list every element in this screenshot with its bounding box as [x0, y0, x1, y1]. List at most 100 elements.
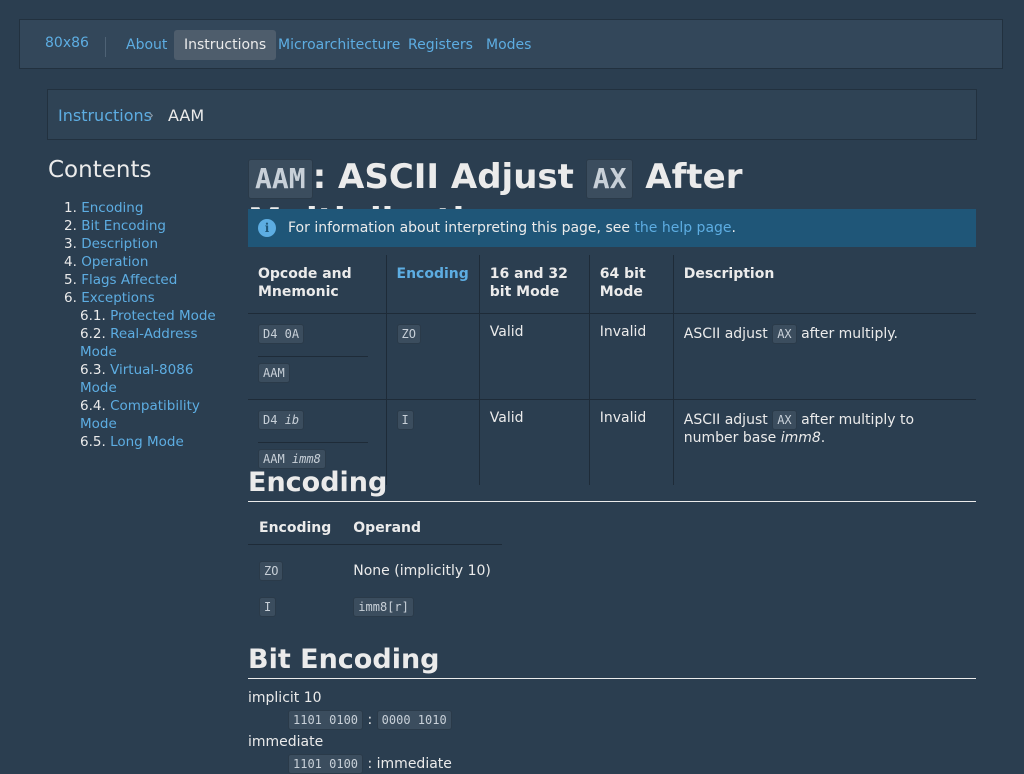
toc-title: Contents — [48, 157, 152, 183]
column-header: Encoding — [385, 255, 480, 314]
toc-number: 6.4. — [80, 398, 106, 414]
mnemonic-text: AAM — [263, 452, 292, 466]
encoding-code: ZO — [259, 561, 284, 581]
toc-item: 6.4. Compatibility Mode — [64, 397, 224, 433]
toc-number: 6.1. — [80, 308, 106, 324]
bit-code: 0000 1010 — [376, 710, 452, 730]
encoding-cell: ZO — [385, 313, 480, 400]
toc-item: 3. Description — [64, 235, 224, 253]
column-header: Opcode and Mnemonic — [258, 266, 352, 300]
title-text: : ASCII Adjust — [312, 157, 586, 197]
toc-number: 3. — [64, 236, 77, 252]
cell-divider — [258, 356, 368, 357]
opcode-code: D4 0A — [258, 324, 305, 344]
toc-link-description[interactable]: Description — [81, 236, 158, 252]
nav-item-microarchitecture[interactable]: Microarchitecture — [268, 30, 410, 60]
info-prefix: For information about interpreting this … — [288, 220, 635, 236]
bit-separator: : — [363, 712, 377, 728]
toc-number: 6.5. — [80, 434, 106, 450]
toc-number: 5. — [64, 272, 77, 288]
help-page-link[interactable]: the help page — [634, 220, 731, 236]
bit-encoding-heading: Bit Encoding — [248, 642, 976, 679]
bit-code: 1101 0100 — [288, 710, 364, 730]
table-header-row: Opcode and Mnemonic Encoding 16 and 32 b… — [248, 255, 976, 314]
info-icon: i — [258, 219, 276, 237]
toc-link-encoding[interactable]: Encoding — [81, 200, 143, 216]
operand-cell: None (implicitly 10) — [353, 563, 491, 579]
desc-italic: imm8 — [780, 430, 821, 446]
nav-item-registers[interactable]: Registers — [398, 30, 483, 60]
operand-code: imm8[r] — [353, 597, 414, 617]
opcode-table: Opcode and Mnemonic Encoding 16 and 32 b… — [248, 255, 976, 485]
toc-number: 6.2. — [80, 326, 106, 342]
encoding-code: I — [396, 410, 414, 430]
column-header: 16 and 32 bit Mode — [478, 255, 590, 314]
info-banner: i For information about interpreting thi… — [248, 209, 976, 247]
mnemonic-operand: imm8 — [291, 452, 321, 466]
toc-link-exceptions[interactable]: Exceptions — [81, 290, 154, 306]
toc-item: 6.2. Real-Address Mode — [64, 325, 224, 361]
table-of-contents: 1. Encoding 2. Bit Encoding 3. Descripti… — [64, 199, 224, 451]
toc-item: 4. Operation — [64, 253, 224, 271]
breadcrumb-instructions-link[interactable]: Instructions — [58, 106, 152, 125]
cell-divider — [258, 442, 368, 443]
table-row: D4 0A AAM ZO Valid Invalid ASCII adjust … — [248, 313, 976, 400]
encoding-header-link[interactable]: Encoding — [397, 266, 469, 282]
table-header-row: Encoding Operand — [248, 512, 502, 545]
nav-item-modes[interactable]: Modes — [476, 30, 541, 60]
mode32-cell: Valid — [478, 313, 590, 400]
toc-number: 4. — [64, 254, 77, 270]
opcode-operand: ib — [284, 413, 300, 427]
desc-text: . — [820, 430, 826, 446]
encoding-code: I — [259, 597, 277, 617]
opcode-cell: D4 0A AAM — [248, 314, 386, 400]
breadcrumb: Instructions › AAM — [47, 89, 977, 140]
nav-item-about[interactable]: About — [116, 30, 177, 60]
info-suffix: . — [731, 220, 736, 236]
toc-link-flags-affected[interactable]: Flags Affected — [81, 272, 177, 288]
brand-link[interactable]: 80x86 — [45, 35, 89, 51]
toc-number: 2. — [64, 218, 77, 234]
toc-item: 6.1. Protected Mode — [64, 307, 224, 325]
bit-text: immediate — [376, 756, 452, 772]
operand-cell: imm8[r] — [342, 589, 502, 625]
toc-link-protected-mode[interactable]: Protected Mode — [110, 308, 216, 324]
table-row: ZO None (implicitly 10) — [248, 545, 502, 590]
toc-item: 5. Flags Affected — [64, 271, 224, 289]
nav-item-instructions[interactable]: Instructions — [174, 30, 277, 60]
toc-link-bit-encoding[interactable]: Bit Encoding — [81, 218, 166, 234]
title-mnemonic-code: AAM — [248, 158, 313, 199]
bit-encoding-label: implicit 10 — [248, 690, 322, 706]
toc-link-operation[interactable]: Operation — [81, 254, 148, 270]
toc-item: 2. Bit Encoding — [64, 217, 224, 235]
opcode-text: D4 — [263, 413, 285, 427]
top-navbar: 80x86 About Instructions Microarchitectu… — [19, 19, 1003, 69]
toc-number: 6. — [64, 290, 77, 306]
opcode-code: D4 ib — [258, 410, 305, 430]
bit-encoding-value: 1101 0100 : 0000 1010 — [288, 710, 452, 730]
chevron-right-icon: › — [148, 106, 154, 124]
column-header: Operand — [342, 512, 502, 545]
toc-item: 6. Exceptions — [64, 289, 224, 307]
info-text: For information about interpreting this … — [288, 220, 736, 236]
toc-item: 1. Encoding — [64, 199, 224, 217]
encoding-code: ZO — [396, 324, 421, 344]
desc-text: ASCII adjust — [683, 412, 773, 428]
toc-number: 6.3. — [80, 362, 106, 378]
desc-text: ASCII adjust — [683, 326, 773, 342]
column-header: Description — [672, 255, 976, 314]
table-row: I imm8[r] — [248, 589, 502, 625]
description-cell: ASCII adjust AX after multiply. — [672, 313, 976, 400]
title-register-code: AX — [585, 158, 634, 199]
mode64-cell: Invalid — [588, 313, 674, 400]
register-code: AX — [772, 410, 797, 430]
toc-link-long-mode[interactable]: Long Mode — [110, 434, 184, 450]
toc-item: 6.3. Virtual-8086 Mode — [64, 361, 224, 397]
toc-number: 1. — [64, 200, 77, 216]
encoding-cell: ZO — [248, 545, 342, 590]
encoding-table: Encoding Operand ZO None (implicitly 10)… — [248, 512, 502, 625]
column-header: 64 bit Mode — [588, 255, 674, 314]
breadcrumb-current: AAM — [168, 106, 205, 125]
bit-separator: : — [363, 756, 377, 772]
bit-encoding-label: immediate — [248, 734, 324, 750]
